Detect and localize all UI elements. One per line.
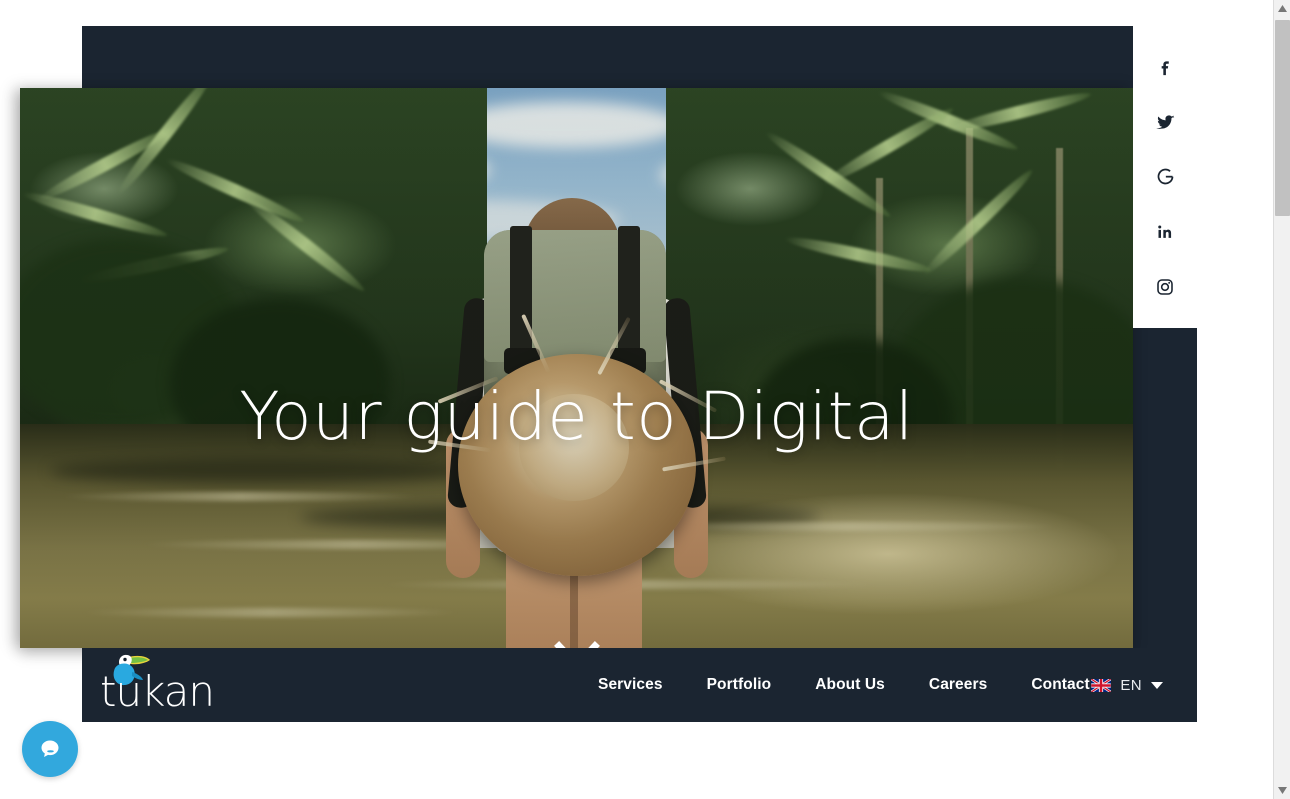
google-icon[interactable] xyxy=(1150,162,1180,192)
page-scrollbar[interactable] xyxy=(1273,0,1290,799)
chat-bubble-icon xyxy=(41,740,59,757)
twitter-icon[interactable] xyxy=(1150,107,1180,137)
scrollbar-thumb[interactable] xyxy=(1275,20,1290,216)
social-sidebar xyxy=(1133,26,1197,328)
linkedin-icon[interactable] xyxy=(1150,217,1180,247)
nav-item-about-us[interactable]: About Us xyxy=(815,676,885,694)
hero-banner: Your guide to Digital xyxy=(20,88,1133,648)
hero-overlay-gradient xyxy=(20,88,1133,648)
brand-name: tukan xyxy=(100,667,215,716)
uk-flag-icon xyxy=(1091,678,1112,692)
chat-widget-button[interactable] xyxy=(22,721,78,777)
nav-item-portfolio[interactable]: Portfolio xyxy=(707,676,772,694)
primary-nav: Services Portfolio About Us Careers Cont… xyxy=(598,648,1090,722)
hero-title: Your guide to Digital xyxy=(239,378,914,455)
facebook-icon[interactable] xyxy=(1150,52,1180,82)
brand-logo[interactable]: tukan xyxy=(100,652,250,718)
language-code: EN xyxy=(1120,676,1142,694)
nav-item-contact[interactable]: Contact xyxy=(1031,676,1089,694)
site-navbar: tukan Services Portfolio About Us Career… xyxy=(82,648,1197,722)
nav-item-services[interactable]: Services xyxy=(598,676,663,694)
nav-item-careers[interactable]: Careers xyxy=(929,676,987,694)
chevron-down-icon[interactable] xyxy=(553,641,600,648)
hero-image xyxy=(20,88,1133,648)
scroll-down-arrow-icon[interactable] xyxy=(1274,782,1290,799)
scroll-up-arrow-icon[interactable] xyxy=(1274,0,1290,17)
browser-viewport: Your guide to Digital tukan Services Por… xyxy=(0,0,1290,799)
chevron-down-icon xyxy=(1151,681,1163,689)
instagram-icon[interactable] xyxy=(1150,272,1180,302)
language-selector[interactable]: EN xyxy=(1091,648,1163,722)
